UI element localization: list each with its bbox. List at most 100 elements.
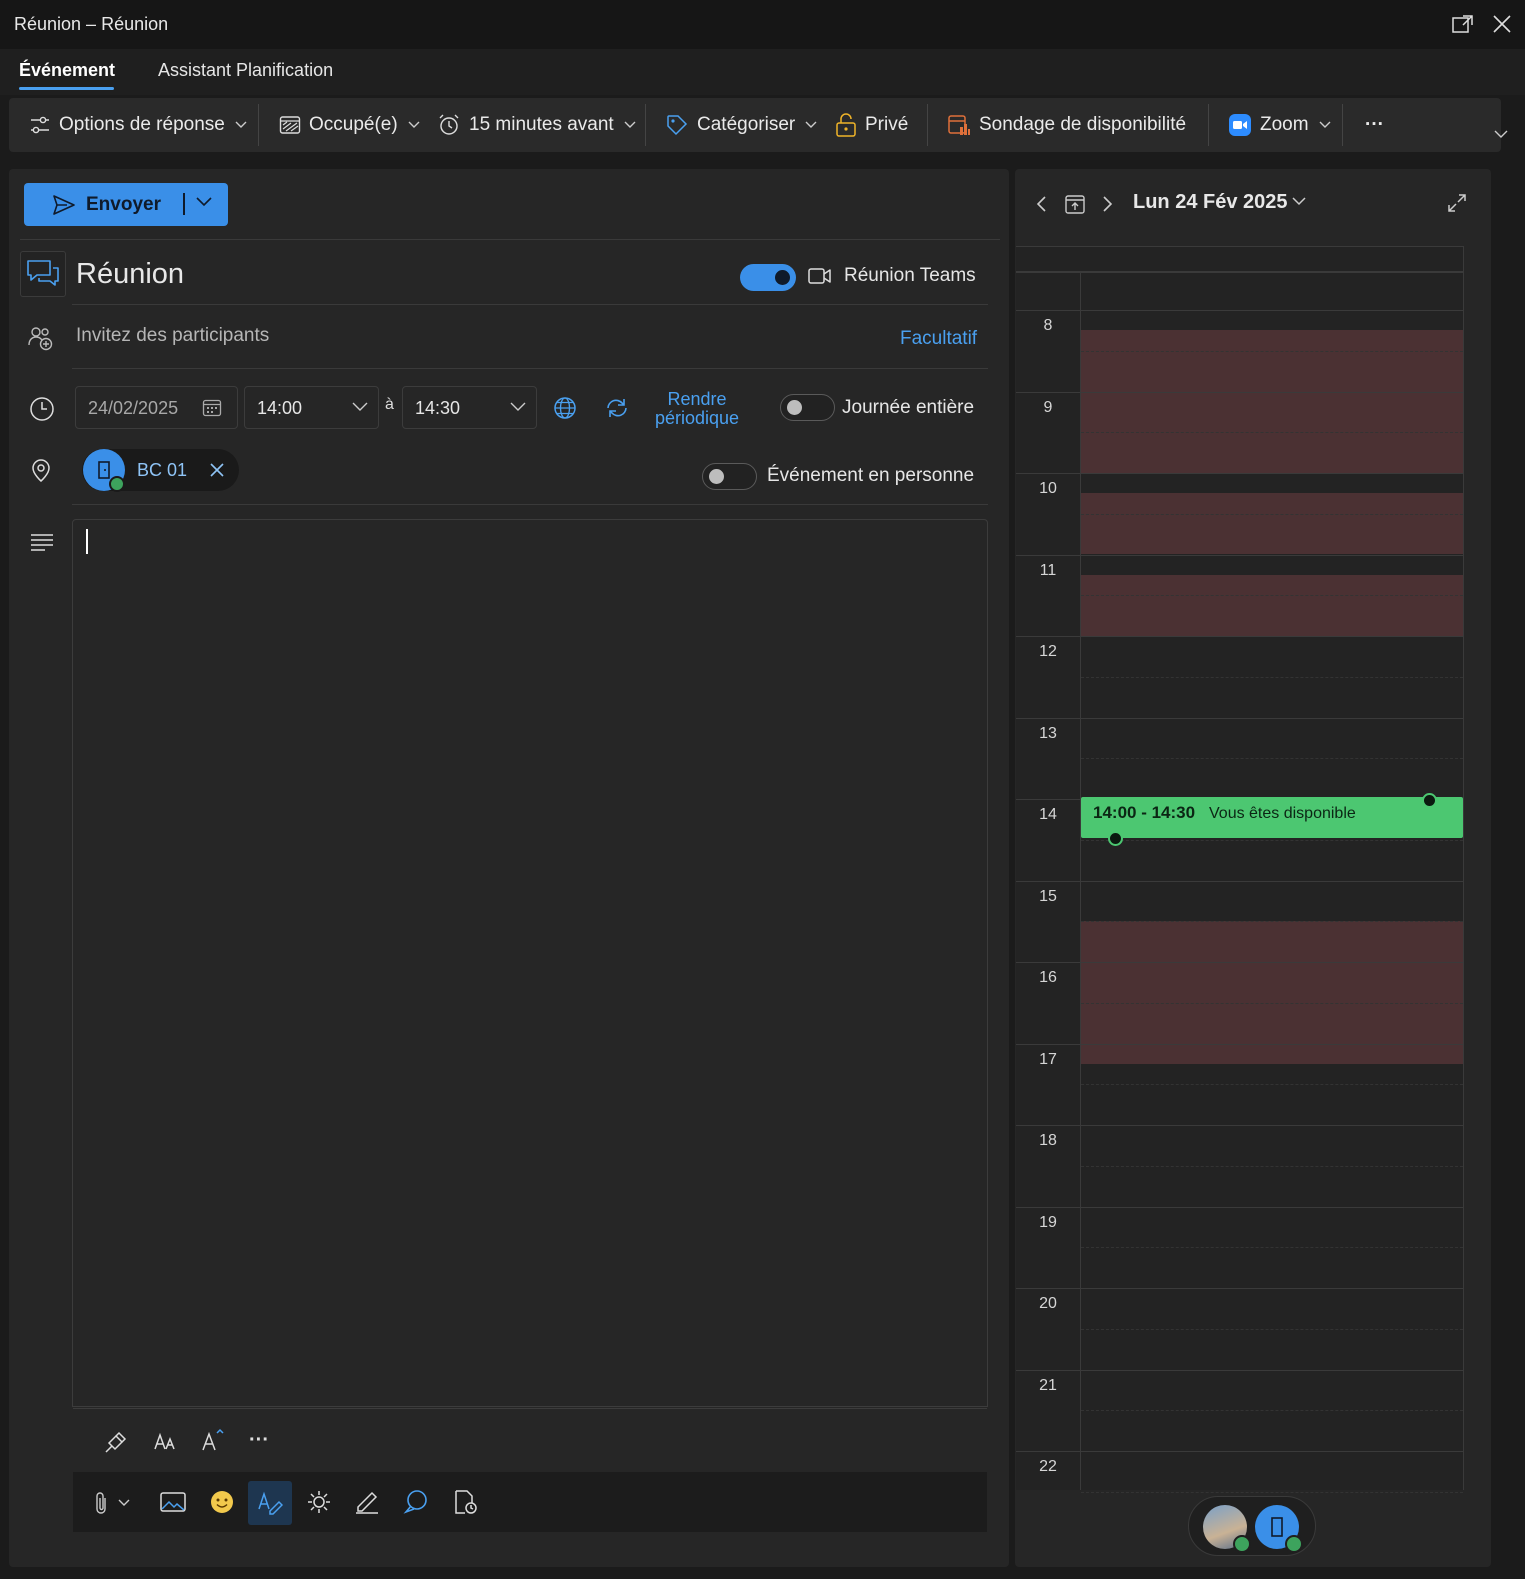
availability-poll-button[interactable]: Sondage de disponibilité: [947, 98, 1186, 152]
sliders-icon: [29, 114, 51, 136]
chevron-down-icon: [805, 121, 817, 129]
active-tab-indicator: [19, 87, 114, 90]
calendar-date-label[interactable]: Lun 24 Fév 2025: [1133, 191, 1288, 214]
show-as-label: Occupé(e): [309, 114, 398, 135]
start-date-field[interactable]: 24/02/2025: [75, 386, 238, 429]
invite-attendees-input[interactable]: Invitez des participants: [76, 325, 269, 347]
current-event-block[interactable]: 14:00 - 14:30 Vous êtes disponible: [1081, 797, 1463, 838]
poll-icon: [947, 113, 971, 137]
event-resize-handle-top[interactable]: [1422, 793, 1437, 808]
half-hour-gridline: [1081, 921, 1463, 923]
optional-attendees-link[interactable]: Facultatif: [900, 328, 977, 350]
hour-label: 12: [1039, 643, 1057, 660]
busy-status-icon: [279, 115, 301, 135]
calendar-people-bar: [1188, 1496, 1316, 1556]
ribbon-divider: [258, 104, 259, 146]
chevron-down-icon[interactable]: [1292, 197, 1306, 206]
ribbon-expand-chevron-icon[interactable]: [1494, 130, 1508, 139]
location-pin-icon: [30, 459, 52, 483]
increase-font-icon[interactable]: [201, 1427, 227, 1453]
send-button[interactable]: Envoyer: [24, 183, 228, 226]
hour-label: 21: [1039, 1376, 1057, 1394]
teams-meeting-toggle[interactable]: [740, 264, 796, 291]
chevron-down-icon: [624, 121, 636, 129]
hour-label: 20: [1039, 1295, 1057, 1312]
event-time-range: 14:00 - 14:30: [1093, 803, 1196, 822]
event-body-editor[interactable]: [72, 519, 988, 1407]
hour-gridline: [1016, 1206, 1464, 1208]
zoom-dropdown[interactable]: Zoom: [1228, 98, 1331, 152]
popout-window-icon[interactable]: [1452, 14, 1474, 34]
font-size-icon[interactable]: [153, 1429, 177, 1453]
more-formatting-icon[interactable]: ···: [249, 1429, 269, 1452]
remove-room-icon[interactable]: [209, 462, 225, 478]
insert-picture-icon[interactable]: [159, 1490, 187, 1514]
half-hour-gridline: [1081, 1084, 1463, 1086]
send-options-chevron-icon[interactable]: [196, 197, 212, 207]
recurrence-icon[interactable]: [604, 396, 630, 420]
editor-icon[interactable]: [257, 1489, 283, 1515]
end-time-dropdown[interactable]: 14:30: [402, 386, 537, 429]
all-day-row[interactable]: [1016, 246, 1464, 273]
go-to-today-icon[interactable]: [1064, 193, 1086, 215]
hour-gridline: [1016, 962, 1464, 963]
chevron-down-icon: [510, 402, 526, 412]
divider: [72, 368, 988, 369]
format-painter-icon[interactable]: [103, 1429, 129, 1455]
teams-meeting-label: Réunion Teams: [844, 265, 976, 286]
busy-time-block: [1081, 574, 1464, 636]
emoji-icon[interactable]: [209, 1489, 235, 1515]
private-button[interactable]: Privé: [835, 98, 908, 152]
attach-file-icon[interactable]: [94, 1490, 134, 1516]
in-person-event-toggle[interactable]: [702, 463, 757, 490]
hour-gridline: [1016, 1451, 1464, 1452]
event-subject[interactable]: Réunion: [76, 258, 184, 291]
next-day-chevron-icon[interactable]: [1100, 195, 1114, 213]
tab-event[interactable]: Événement: [19, 60, 115, 81]
all-day-toggle[interactable]: [780, 394, 835, 421]
hour-label: 19: [1039, 1213, 1057, 1231]
make-recurring-link[interactable]: Rendre périodique: [645, 390, 749, 428]
schedule-document-icon[interactable]: [452, 1489, 478, 1515]
time-zone-globe-icon[interactable]: [553, 396, 577, 420]
categorize-dropdown[interactable]: Catégoriser: [665, 98, 817, 152]
divider: [72, 504, 988, 505]
available-check-icon: [1233, 1535, 1251, 1553]
private-label: Privé: [865, 114, 909, 135]
end-time-value: 14:30: [415, 398, 461, 418]
title-bar: [0, 0, 1525, 49]
calendar-icon[interactable]: [202, 398, 222, 418]
add-people-icon: [28, 325, 54, 351]
availability-status: Vous êtes disponible: [1209, 805, 1356, 822]
previous-day-chevron-icon[interactable]: [1035, 195, 1049, 213]
reminder-dropdown[interactable]: 15 minutes avant: [437, 98, 636, 152]
response-options-button[interactable]: Options de réponse: [29, 98, 247, 152]
clock-icon: [29, 396, 55, 422]
lock-icon: [835, 113, 857, 137]
ribbon-divider: [927, 104, 928, 146]
tag-icon: [665, 113, 689, 137]
send-split-divider: [183, 193, 185, 215]
location-room-chip[interactable]: BC 01: [82, 449, 239, 492]
start-time-dropdown[interactable]: 14:00: [244, 386, 379, 429]
event-resize-handle-bottom[interactable]: [1108, 831, 1123, 846]
hour-label: 15: [1039, 887, 1057, 905]
time-column-divider: [1080, 271, 1081, 1490]
tab-scheduling-assistant[interactable]: Assistant Planification: [158, 60, 333, 81]
busy-time-block: [1081, 920, 1464, 1064]
brightness-icon[interactable]: [306, 1489, 332, 1515]
start-date-value: 24/02/2025: [88, 398, 179, 418]
grid-edge: [1463, 246, 1464, 1490]
hour-label: 22: [1039, 1458, 1057, 1475]
close-window-icon[interactable]: [1492, 14, 1512, 34]
ribbon-divider: [1208, 104, 1209, 146]
categorize-label: Catégoriser: [697, 114, 796, 135]
hour-gridline: [1016, 1369, 1464, 1371]
copilot-chat-icon[interactable]: [403, 1489, 429, 1515]
room-name: BC 01: [137, 460, 188, 480]
more-options-button[interactable]: ···: [1365, 98, 1384, 152]
show-as-dropdown[interactable]: Occupé(e): [279, 98, 420, 152]
hour-label: 17: [1039, 1050, 1057, 1068]
expand-icon[interactable]: [1447, 193, 1467, 213]
draw-pen-icon[interactable]: [354, 1489, 382, 1515]
